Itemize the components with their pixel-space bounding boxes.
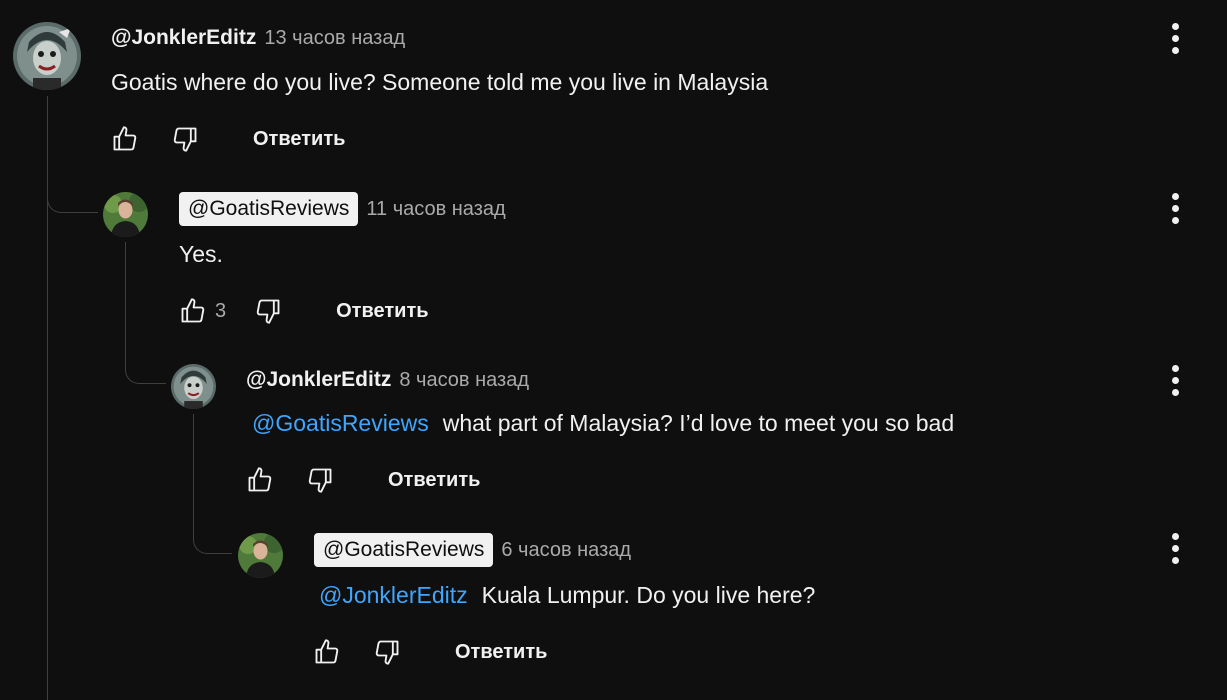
more-actions-button[interactable] xyxy=(1163,188,1187,228)
thumbs-up-icon xyxy=(315,639,339,664)
avatar[interactable] xyxy=(238,533,283,578)
dislike-button[interactable] xyxy=(367,632,407,672)
mention-link[interactable]: @JonklerEditz xyxy=(319,582,468,608)
author-name[interactable]: @GoatisReviews xyxy=(314,533,494,567)
comment-text: Yes. xyxy=(179,241,223,268)
reply-button[interactable]: Ответить xyxy=(455,641,547,664)
more-vert-icon xyxy=(1171,192,1179,200)
comment-body: Yes. xyxy=(179,241,223,267)
more-actions-button[interactable] xyxy=(1163,18,1187,58)
comment-text: Goatis where do you live? Someone told m… xyxy=(111,69,768,96)
reply-button[interactable]: Ответить xyxy=(336,300,428,323)
comment-text: @GoatisReviews what part of Malaysia? I’d… xyxy=(252,410,954,437)
like-button[interactable] xyxy=(240,460,280,500)
avatar[interactable] xyxy=(103,192,148,237)
more-vert-icon xyxy=(1171,22,1179,30)
joker-avatar-icon xyxy=(13,22,81,90)
mention-link[interactable]: @GoatisReviews xyxy=(252,410,429,436)
joker-avatar-icon xyxy=(171,364,216,409)
thread-line xyxy=(125,242,126,342)
avatar[interactable] xyxy=(171,364,216,409)
thread-connector xyxy=(125,330,166,384)
thumbs-up-icon xyxy=(113,126,137,151)
man-avatar-icon xyxy=(103,192,148,237)
thumbs-up-icon xyxy=(248,467,272,492)
dislike-button[interactable] xyxy=(248,291,288,331)
avatar[interactable] xyxy=(13,22,81,90)
thread-connector xyxy=(47,160,98,213)
timestamp[interactable]: 13 часов назад xyxy=(264,27,405,50)
timestamp[interactable]: 6 часов назад xyxy=(501,539,631,562)
thumbs-down-icon xyxy=(308,468,332,493)
more-vert-icon xyxy=(1171,532,1179,540)
timestamp[interactable]: 11 часов назад xyxy=(366,198,505,221)
more-vert-icon xyxy=(1171,364,1179,372)
thumbs-down-icon xyxy=(375,640,399,665)
author-name[interactable]: @GoatisReviews xyxy=(179,192,359,226)
like-count: 3 xyxy=(215,299,227,322)
reply-button[interactable]: Ответить xyxy=(388,469,480,492)
more-actions-button[interactable] xyxy=(1163,360,1187,400)
thumbs-up-icon xyxy=(181,298,205,323)
reply-button[interactable]: Ответить xyxy=(253,128,345,151)
comment-text: @JonklerEditz Kuala Lumpur. Do you live h… xyxy=(319,582,815,609)
thread-line xyxy=(193,414,194,514)
timestamp[interactable]: 8 часов назад xyxy=(399,369,529,392)
like-button[interactable] xyxy=(105,119,145,159)
comment-body: what part of Malaysia? I’d love to meet … xyxy=(442,410,955,436)
thumbs-down-icon xyxy=(173,127,197,152)
dislike-button[interactable] xyxy=(300,460,340,500)
thumbs-down-icon xyxy=(256,299,280,324)
more-actions-button[interactable] xyxy=(1163,528,1187,568)
author-name[interactable]: @JonklerEditz xyxy=(246,368,391,392)
comment-body: Kuala Lumpur. Do you live here? xyxy=(481,582,816,608)
dislike-button[interactable] xyxy=(165,119,205,159)
man-avatar-icon xyxy=(238,533,283,578)
like-button[interactable] xyxy=(307,632,347,672)
thread-connector xyxy=(193,500,232,554)
author-name[interactable]: @JonklerEditz xyxy=(111,26,256,50)
comment-body: Goatis where do you live? Someone told m… xyxy=(111,69,769,95)
like-button[interactable] xyxy=(173,291,213,331)
